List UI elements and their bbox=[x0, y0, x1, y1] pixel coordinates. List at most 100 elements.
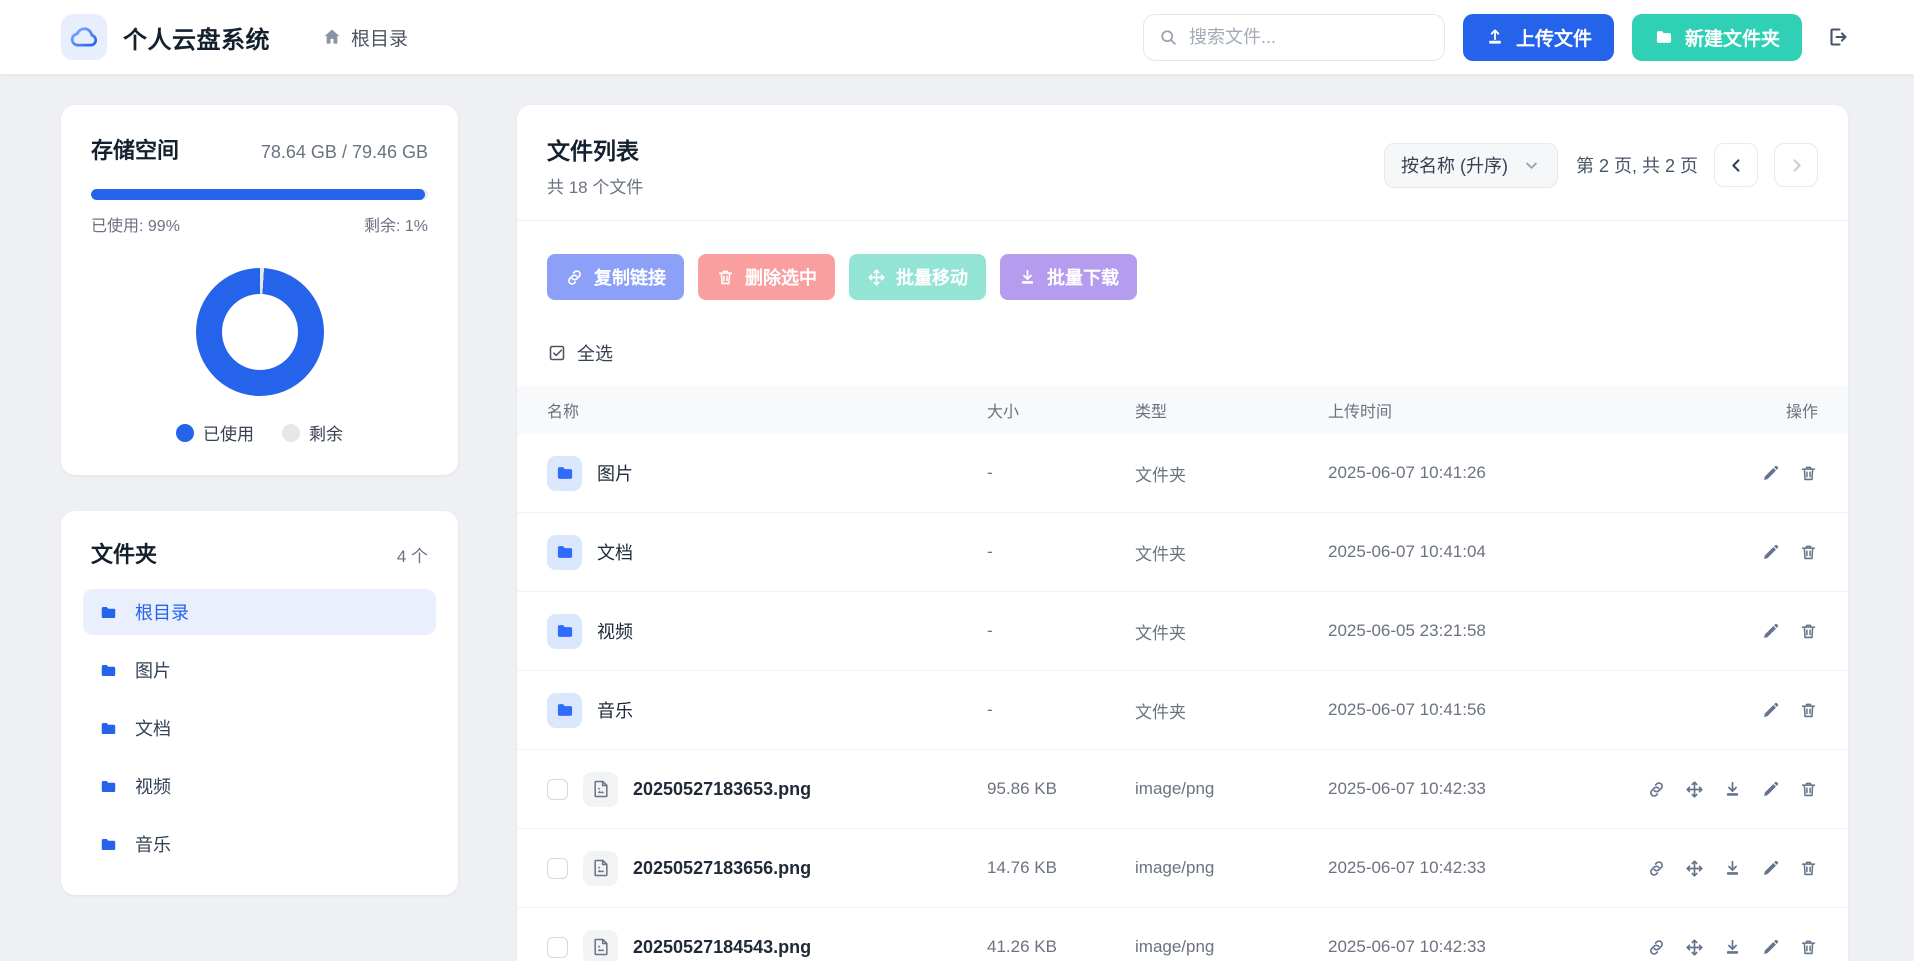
folder-item-label: 图片 bbox=[135, 657, 171, 683]
row-time: 2025-06-05 23:21:58 bbox=[1328, 621, 1635, 641]
trash-icon bbox=[1799, 938, 1818, 957]
row-type: 文件夹 bbox=[1135, 540, 1328, 565]
breadcrumb[interactable]: 根目录 bbox=[322, 24, 408, 51]
sort-select[interactable]: 按名称 (升序) bbox=[1384, 143, 1558, 188]
move-action[interactable] bbox=[1685, 938, 1704, 957]
new-folder-button[interactable]: 新建文件夹 bbox=[1632, 14, 1802, 61]
file-table-body: 图片 - 文件夹 2025-06-07 10:41:26 bbox=[517, 434, 1848, 961]
batch-action-button[interactable]: 批量移动 bbox=[849, 254, 986, 300]
search-input[interactable] bbox=[1189, 27, 1430, 48]
folders-count: 4 个 bbox=[397, 542, 428, 567]
download-action[interactable] bbox=[1723, 780, 1742, 799]
copy-link-action[interactable] bbox=[1647, 938, 1666, 957]
batch-action-button[interactable]: 删除选中 bbox=[698, 254, 835, 300]
delete-action[interactable] bbox=[1799, 464, 1818, 483]
batch-action-button[interactable]: 复制链接 bbox=[547, 254, 684, 300]
trash-icon bbox=[1799, 464, 1818, 483]
delete-action[interactable] bbox=[1799, 938, 1818, 957]
sidebar-folder-item[interactable]: 根目录 bbox=[83, 589, 436, 635]
sidebar-folder-item[interactable]: 视频 bbox=[83, 763, 436, 809]
edit-icon bbox=[1761, 780, 1780, 799]
sidebar-folder-item[interactable]: 图片 bbox=[83, 647, 436, 693]
delete-action[interactable] bbox=[1799, 622, 1818, 641]
sort-select-value: 按名称 (升序) bbox=[1401, 152, 1508, 178]
row-name[interactable]: 文档 bbox=[597, 539, 633, 565]
row-name[interactable]: 图片 bbox=[597, 460, 633, 486]
table-row: 图片 - 文件夹 2025-06-07 10:41:26 bbox=[517, 434, 1848, 513]
delete-action[interactable] bbox=[1799, 780, 1818, 799]
column-actions: 操作 bbox=[1635, 398, 1818, 422]
row-size: - bbox=[987, 463, 1135, 483]
edit-action[interactable] bbox=[1761, 543, 1780, 562]
link-icon bbox=[1647, 859, 1666, 878]
row-name[interactable]: 20250527183653.png bbox=[633, 779, 811, 800]
row-time: 2025-06-07 10:41:04 bbox=[1328, 542, 1635, 562]
edit-action[interactable] bbox=[1761, 464, 1780, 483]
edit-action[interactable] bbox=[1761, 701, 1780, 720]
row-type: image/png bbox=[1135, 858, 1328, 878]
edit-action[interactable] bbox=[1761, 780, 1780, 799]
table-header: 名称 大小 类型 上传时间 操作 bbox=[517, 386, 1848, 434]
download-icon bbox=[1723, 780, 1742, 799]
table-row: 20250527184543.png 41.26 KB image/png 20… bbox=[517, 908, 1848, 961]
image-file-icon bbox=[591, 779, 611, 799]
next-page-button[interactable] bbox=[1774, 143, 1818, 187]
folder-icon bbox=[1654, 27, 1674, 47]
row-type-badge bbox=[583, 851, 618, 886]
check-square-icon bbox=[547, 343, 567, 363]
delete-action[interactable] bbox=[1799, 701, 1818, 720]
link-icon bbox=[1647, 780, 1666, 799]
prev-page-button[interactable] bbox=[1714, 143, 1758, 187]
storage-used-label: 已使用: 99% bbox=[91, 212, 180, 236]
delete-action[interactable] bbox=[1799, 859, 1818, 878]
legend-remaining-dot bbox=[282, 424, 300, 442]
folder-item-label: 视频 bbox=[135, 773, 171, 799]
edit-action[interactable] bbox=[1761, 859, 1780, 878]
row-name[interactable]: 音乐 bbox=[597, 697, 633, 723]
sidebar-folder-item[interactable]: 音乐 bbox=[83, 821, 436, 867]
download-action[interactable] bbox=[1723, 938, 1742, 957]
edit-action[interactable] bbox=[1761, 938, 1780, 957]
download-action[interactable] bbox=[1723, 859, 1742, 878]
move-action[interactable] bbox=[1685, 859, 1704, 878]
storage-usage-text: 78.64 GB / 79.46 GB bbox=[261, 142, 428, 163]
file-list-panel: 文件列表 共 18 个文件 按名称 (升序) 第 2 页, 共 2 页 bbox=[517, 105, 1848, 961]
legend-used-label: 已使用 bbox=[203, 420, 254, 445]
batch-action-button[interactable]: 批量下载 bbox=[1000, 254, 1137, 300]
copy-link-action[interactable] bbox=[1647, 859, 1666, 878]
upload-file-button[interactable]: 上传文件 bbox=[1463, 14, 1614, 61]
row-name[interactable]: 20250527184543.png bbox=[633, 937, 811, 958]
sidebar-folder-item[interactable]: 文档 bbox=[83, 705, 436, 751]
column-name: 名称 bbox=[547, 398, 987, 422]
row-name[interactable]: 20250527183656.png bbox=[633, 858, 811, 879]
table-row: 20250527183656.png 14.76 KB image/png 20… bbox=[517, 829, 1848, 908]
table-row: 文档 - 文件夹 2025-06-07 10:41:04 bbox=[517, 513, 1848, 592]
app-title: 个人云盘系统 bbox=[123, 20, 270, 55]
row-size: 14.76 KB bbox=[987, 858, 1135, 878]
row-time: 2025-06-07 10:41:26 bbox=[1328, 463, 1635, 483]
row-checkbox[interactable] bbox=[547, 937, 568, 958]
batch-action-label: 批量下载 bbox=[1047, 264, 1119, 290]
select-all-toggle[interactable]: 全选 bbox=[547, 340, 1818, 366]
trash-icon bbox=[716, 268, 735, 287]
row-type-badge bbox=[583, 930, 618, 961]
delete-action[interactable] bbox=[1799, 543, 1818, 562]
row-checkbox[interactable] bbox=[547, 779, 568, 800]
row-type: 文件夹 bbox=[1135, 461, 1328, 486]
batch-action-label: 批量移动 bbox=[896, 264, 968, 290]
edit-action[interactable] bbox=[1761, 622, 1780, 641]
chevron-left-icon bbox=[1727, 156, 1746, 175]
cloud-logo-icon bbox=[69, 22, 99, 52]
copy-link-action[interactable] bbox=[1647, 780, 1666, 799]
trash-icon bbox=[1799, 701, 1818, 720]
row-name[interactable]: 视频 bbox=[597, 618, 633, 644]
edit-icon bbox=[1761, 622, 1780, 641]
chevron-down-icon bbox=[1522, 156, 1541, 175]
folder-item-label: 根目录 bbox=[135, 599, 189, 625]
sidebar: 存储空间 78.64 GB / 79.46 GB 已使用: 99% 剩余: 1%… bbox=[61, 105, 458, 895]
logout-button[interactable] bbox=[1826, 25, 1850, 49]
row-type: 文件夹 bbox=[1135, 698, 1328, 723]
move-action[interactable] bbox=[1685, 780, 1704, 799]
row-checkbox[interactable] bbox=[547, 858, 568, 879]
move-icon bbox=[1685, 780, 1704, 799]
